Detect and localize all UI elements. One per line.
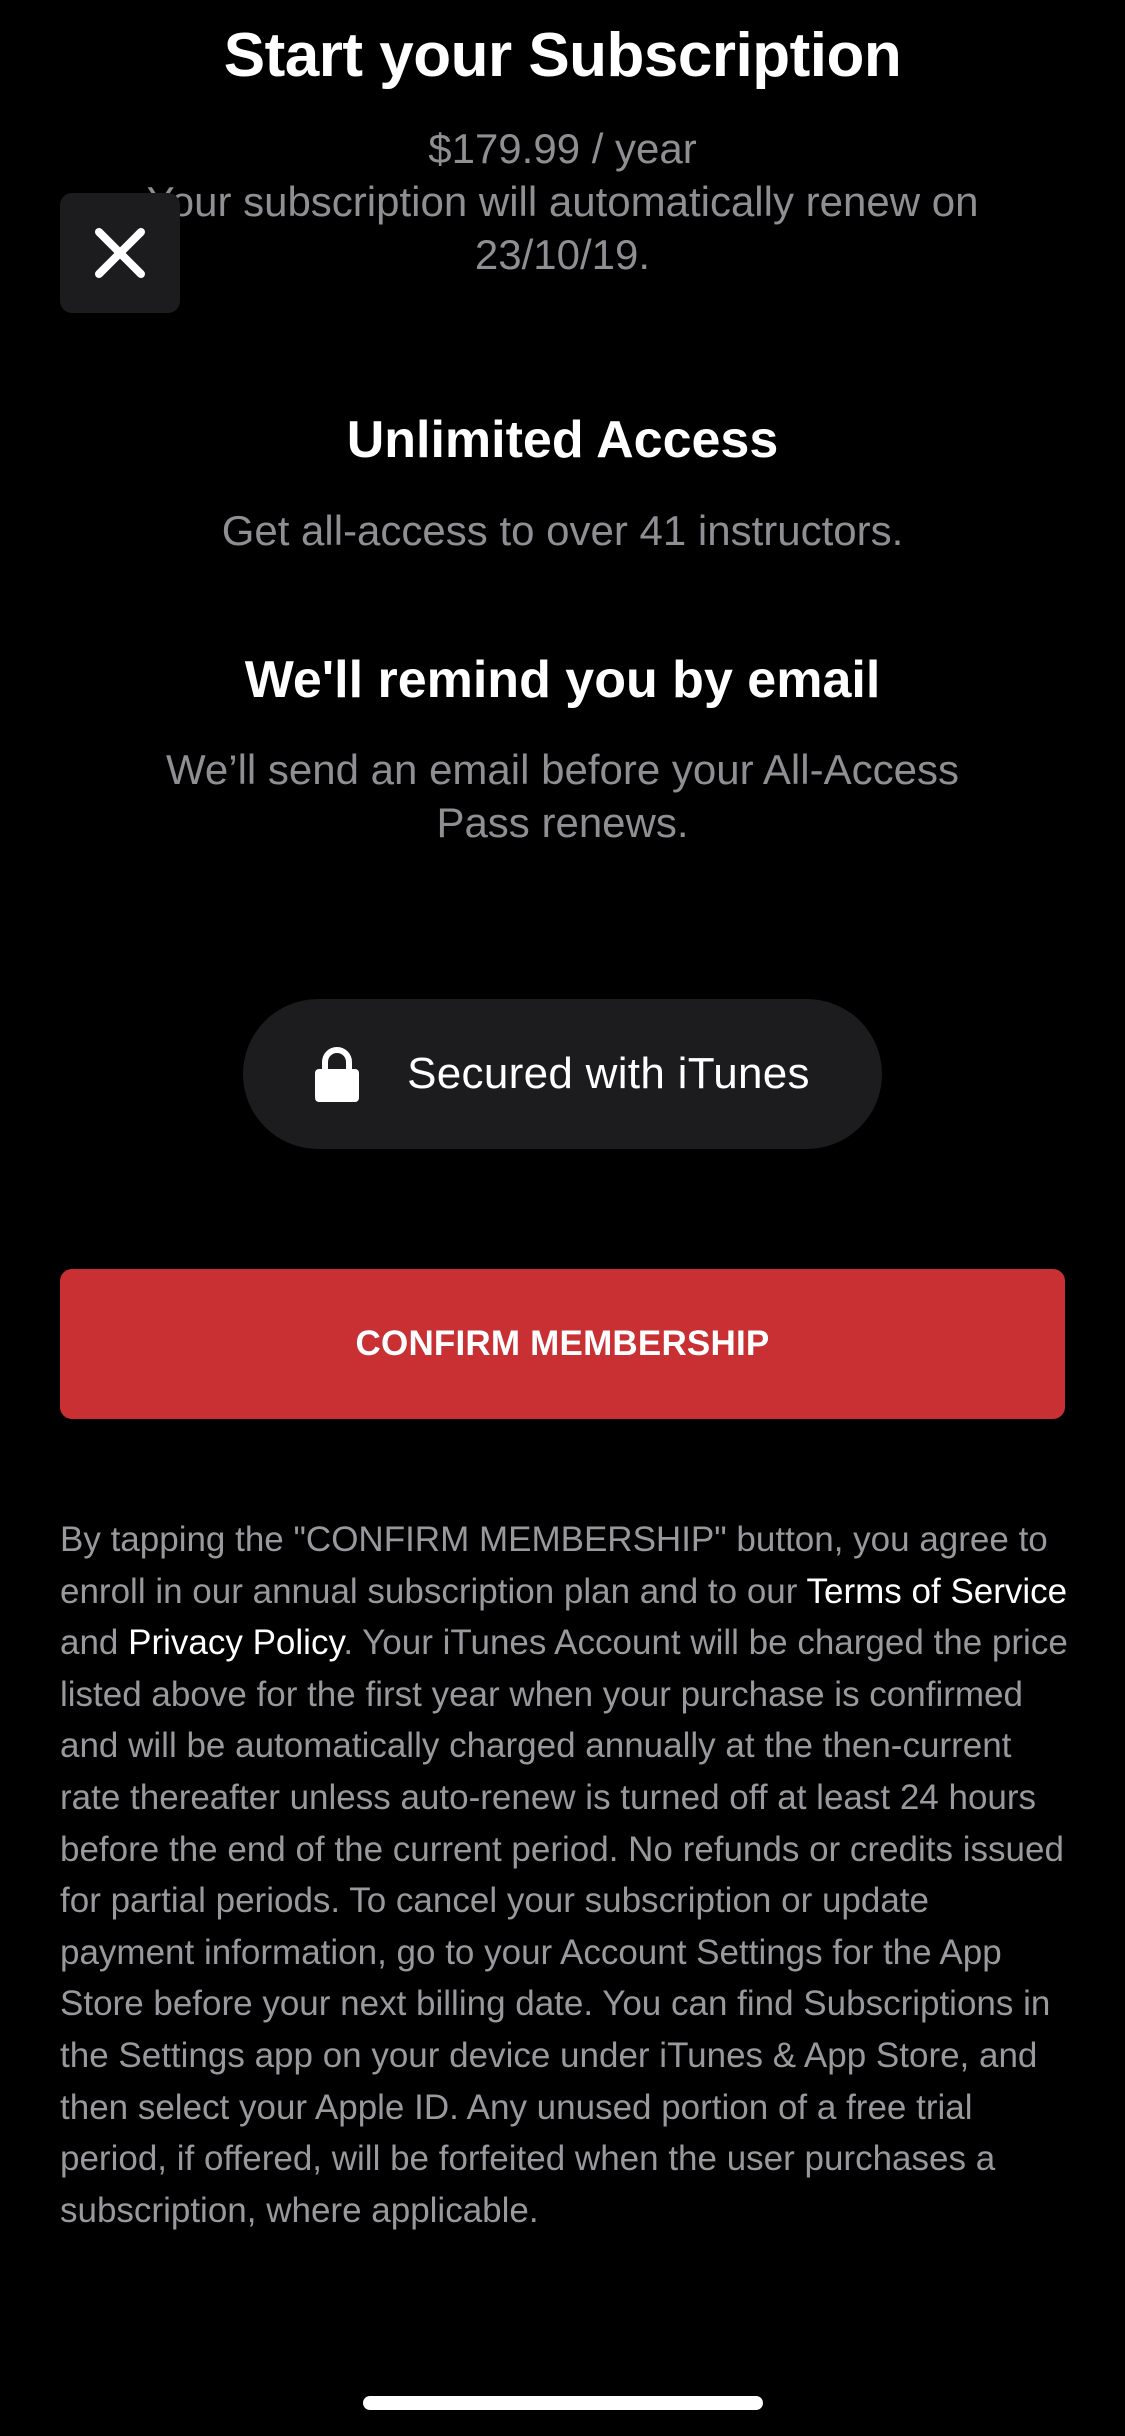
legal-text-and: and xyxy=(60,1623,129,1663)
home-indicator xyxy=(363,2396,763,2410)
renewal-text-line-1: Your subscription will automatically ren… xyxy=(146,178,979,225)
confirm-membership-button[interactable]: CONFIRM MEMBERSHIP xyxy=(60,1269,1065,1419)
close-button[interactable] xyxy=(60,193,180,313)
feature-heading-email-reminder: We'll remind you by email xyxy=(244,651,881,709)
secured-label: Secured with iTunes xyxy=(407,1049,810,1098)
price-text: $179.99 / year xyxy=(428,125,697,172)
page-title: Start your Subscription xyxy=(223,21,902,90)
legal-text-part-2: . Your iTunes Account will be charged th… xyxy=(60,1623,1068,2230)
legal-text: By tapping the "CONFIRM MEMBERSHIP" butt… xyxy=(60,1514,1070,2236)
feature-heading-unlimited-access: Unlimited Access xyxy=(346,411,779,469)
feature-text-email-reminder-line-1: We’ll send an email before your All-Acce… xyxy=(166,746,959,793)
lock-icon xyxy=(315,1047,360,1102)
feature-text-email-reminder: We’ll send an email before your All-Acce… xyxy=(80,743,1045,849)
confirm-membership-label: CONFIRM MEMBERSHIP xyxy=(355,1324,770,1363)
privacy-policy-link[interactable]: Privacy Policy xyxy=(128,1623,343,1662)
feature-text-email-reminder-line-2: Pass renews. xyxy=(436,799,689,846)
renewal-text-line-2: 23/10/19. xyxy=(474,231,651,278)
terms-of-service-link[interactable]: Terms of Service xyxy=(807,1572,1068,1611)
price-block: $179.99 / year Your subscription will au… xyxy=(60,122,1065,281)
feature-text-unlimited-access: Get all-access to over 41 instructors. xyxy=(221,507,904,554)
secured-badge: Secured with iTunes xyxy=(243,999,882,1149)
close-icon xyxy=(95,228,145,278)
